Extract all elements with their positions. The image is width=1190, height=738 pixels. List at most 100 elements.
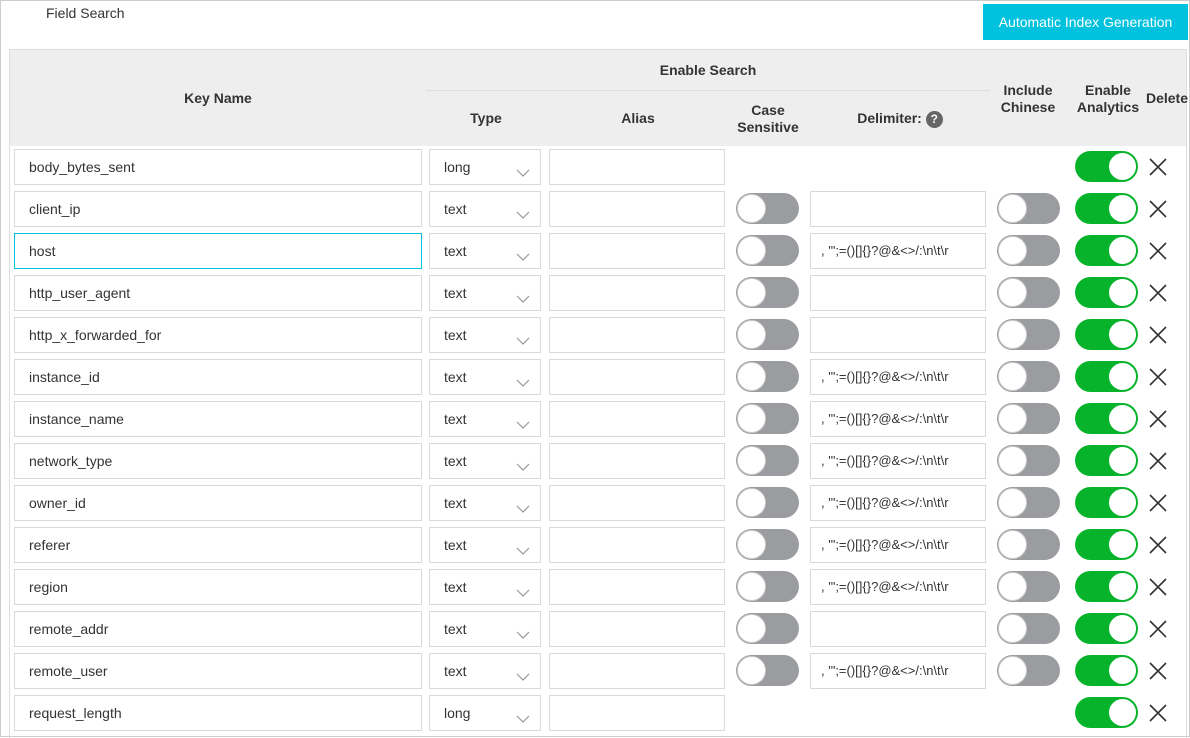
alias-input[interactable] <box>549 191 725 227</box>
key-name-input[interactable]: http_user_agent <box>14 275 422 311</box>
key-name-input[interactable]: http_x_forwarded_for <box>14 317 422 353</box>
delete-icon[interactable] <box>1148 451 1168 471</box>
enable-analytics-toggle[interactable] <box>1075 235 1138 266</box>
type-select[interactable]: text <box>429 485 541 521</box>
delete-icon[interactable] <box>1148 241 1168 261</box>
delimiter-input[interactable] <box>810 317 986 353</box>
enable-analytics-toggle[interactable] <box>1075 613 1138 644</box>
case-sensitive-toggle[interactable] <box>736 361 799 392</box>
delimiter-input[interactable]: , '";=()[]{}?@&<>/:\n\t\r <box>810 653 986 689</box>
include-chinese-toggle[interactable] <box>997 529 1060 560</box>
delimiter-input[interactable]: , '";=()[]{}?@&<>/:\n\t\r <box>810 443 986 479</box>
enable-analytics-toggle[interactable] <box>1075 319 1138 350</box>
enable-analytics-toggle[interactable] <box>1075 361 1138 392</box>
case-sensitive-toggle[interactable] <box>736 571 799 602</box>
key-name-input[interactable]: referer <box>14 527 422 563</box>
include-chinese-toggle[interactable] <box>997 361 1060 392</box>
key-name-input[interactable]: region <box>14 569 422 605</box>
type-select[interactable]: text <box>429 233 541 269</box>
key-name-input[interactable]: owner_id <box>14 485 422 521</box>
case-sensitive-toggle[interactable] <box>736 445 799 476</box>
alias-input[interactable] <box>549 401 725 437</box>
delimiter-input[interactable] <box>810 611 986 647</box>
key-name-input[interactable]: request_length <box>14 695 422 731</box>
include-chinese-toggle[interactable] <box>997 613 1060 644</box>
type-select[interactable]: text <box>429 275 541 311</box>
type-select[interactable]: long <box>429 149 541 185</box>
alias-input[interactable] <box>549 149 725 185</box>
include-chinese-toggle[interactable] <box>997 277 1060 308</box>
delimiter-input[interactable]: , '";=()[]{}?@&<>/:\n\t\r <box>810 569 986 605</box>
delimiter-input[interactable]: , '";=()[]{}?@&<>/:\n\t\r <box>810 527 986 563</box>
enable-analytics-toggle[interactable] <box>1075 655 1138 686</box>
include-chinese-toggle[interactable] <box>997 319 1060 350</box>
delimiter-input[interactable]: , '";=()[]{}?@&<>/:\n\t\r <box>810 401 986 437</box>
key-name-input[interactable]: network_type <box>14 443 422 479</box>
automatic-index-generation-button[interactable]: Automatic Index Generation <box>983 4 1188 40</box>
key-name-input[interactable]: body_bytes_sent <box>14 149 422 185</box>
alias-input[interactable] <box>549 527 725 563</box>
enable-analytics-toggle[interactable] <box>1075 445 1138 476</box>
key-name-input[interactable]: instance_id <box>14 359 422 395</box>
delete-icon[interactable] <box>1148 367 1168 387</box>
delete-icon[interactable] <box>1148 577 1168 597</box>
alias-input[interactable] <box>549 443 725 479</box>
enable-analytics-toggle[interactable] <box>1075 571 1138 602</box>
case-sensitive-toggle[interactable] <box>736 277 799 308</box>
include-chinese-toggle[interactable] <box>997 193 1060 224</box>
alias-input[interactable] <box>549 485 725 521</box>
type-select[interactable]: text <box>429 317 541 353</box>
type-select[interactable]: text <box>429 401 541 437</box>
delete-icon[interactable] <box>1148 535 1168 555</box>
case-sensitive-toggle[interactable] <box>736 529 799 560</box>
case-sensitive-toggle[interactable] <box>736 613 799 644</box>
delimiter-input[interactable] <box>810 275 986 311</box>
delimiter-input[interactable]: , '";=()[]{}?@&<>/:\n\t\r <box>810 233 986 269</box>
delete-icon[interactable] <box>1148 199 1168 219</box>
key-name-input[interactable]: host <box>14 233 422 269</box>
enable-analytics-toggle[interactable] <box>1075 697 1138 728</box>
delete-icon[interactable] <box>1148 157 1168 177</box>
alias-input[interactable] <box>549 653 725 689</box>
help-icon[interactable]: ? <box>925 110 943 128</box>
type-select[interactable]: text <box>429 527 541 563</box>
key-name-input[interactable]: remote_user <box>14 653 422 689</box>
key-name-input[interactable]: instance_name <box>14 401 422 437</box>
alias-input[interactable] <box>549 233 725 269</box>
case-sensitive-toggle[interactable] <box>736 193 799 224</box>
enable-analytics-toggle[interactable] <box>1075 151 1138 182</box>
case-sensitive-toggle[interactable] <box>736 655 799 686</box>
type-select[interactable]: text <box>429 359 541 395</box>
type-select[interactable]: long <box>429 695 541 731</box>
delimiter-input[interactable]: , '";=()[]{}?@&<>/:\n\t\r <box>810 359 986 395</box>
delete-icon[interactable] <box>1148 283 1168 303</box>
case-sensitive-toggle[interactable] <box>736 403 799 434</box>
case-sensitive-toggle[interactable] <box>736 235 799 266</box>
type-select[interactable]: text <box>429 569 541 605</box>
include-chinese-toggle[interactable] <box>997 235 1060 266</box>
alias-input[interactable] <box>549 359 725 395</box>
delete-icon[interactable] <box>1148 409 1168 429</box>
include-chinese-toggle[interactable] <box>997 487 1060 518</box>
delete-icon[interactable] <box>1148 619 1168 639</box>
alias-input[interactable] <box>549 569 725 605</box>
type-select[interactable]: text <box>429 443 541 479</box>
delete-icon[interactable] <box>1148 703 1168 723</box>
delimiter-input[interactable]: , '";=()[]{}?@&<>/:\n\t\r <box>810 485 986 521</box>
alias-input[interactable] <box>549 275 725 311</box>
include-chinese-toggle[interactable] <box>997 571 1060 602</box>
key-name-input[interactable]: remote_addr <box>14 611 422 647</box>
type-select[interactable]: text <box>429 653 541 689</box>
enable-analytics-toggle[interactable] <box>1075 277 1138 308</box>
include-chinese-toggle[interactable] <box>997 403 1060 434</box>
alias-input[interactable] <box>549 695 725 731</box>
delimiter-input[interactable] <box>810 191 986 227</box>
include-chinese-toggle[interactable] <box>997 445 1060 476</box>
delete-icon[interactable] <box>1148 325 1168 345</box>
type-select[interactable]: text <box>429 611 541 647</box>
delete-icon[interactable] <box>1148 661 1168 681</box>
enable-analytics-toggle[interactable] <box>1075 403 1138 434</box>
type-select[interactable]: text <box>429 191 541 227</box>
delete-icon[interactable] <box>1148 493 1168 513</box>
enable-analytics-toggle[interactable] <box>1075 193 1138 224</box>
